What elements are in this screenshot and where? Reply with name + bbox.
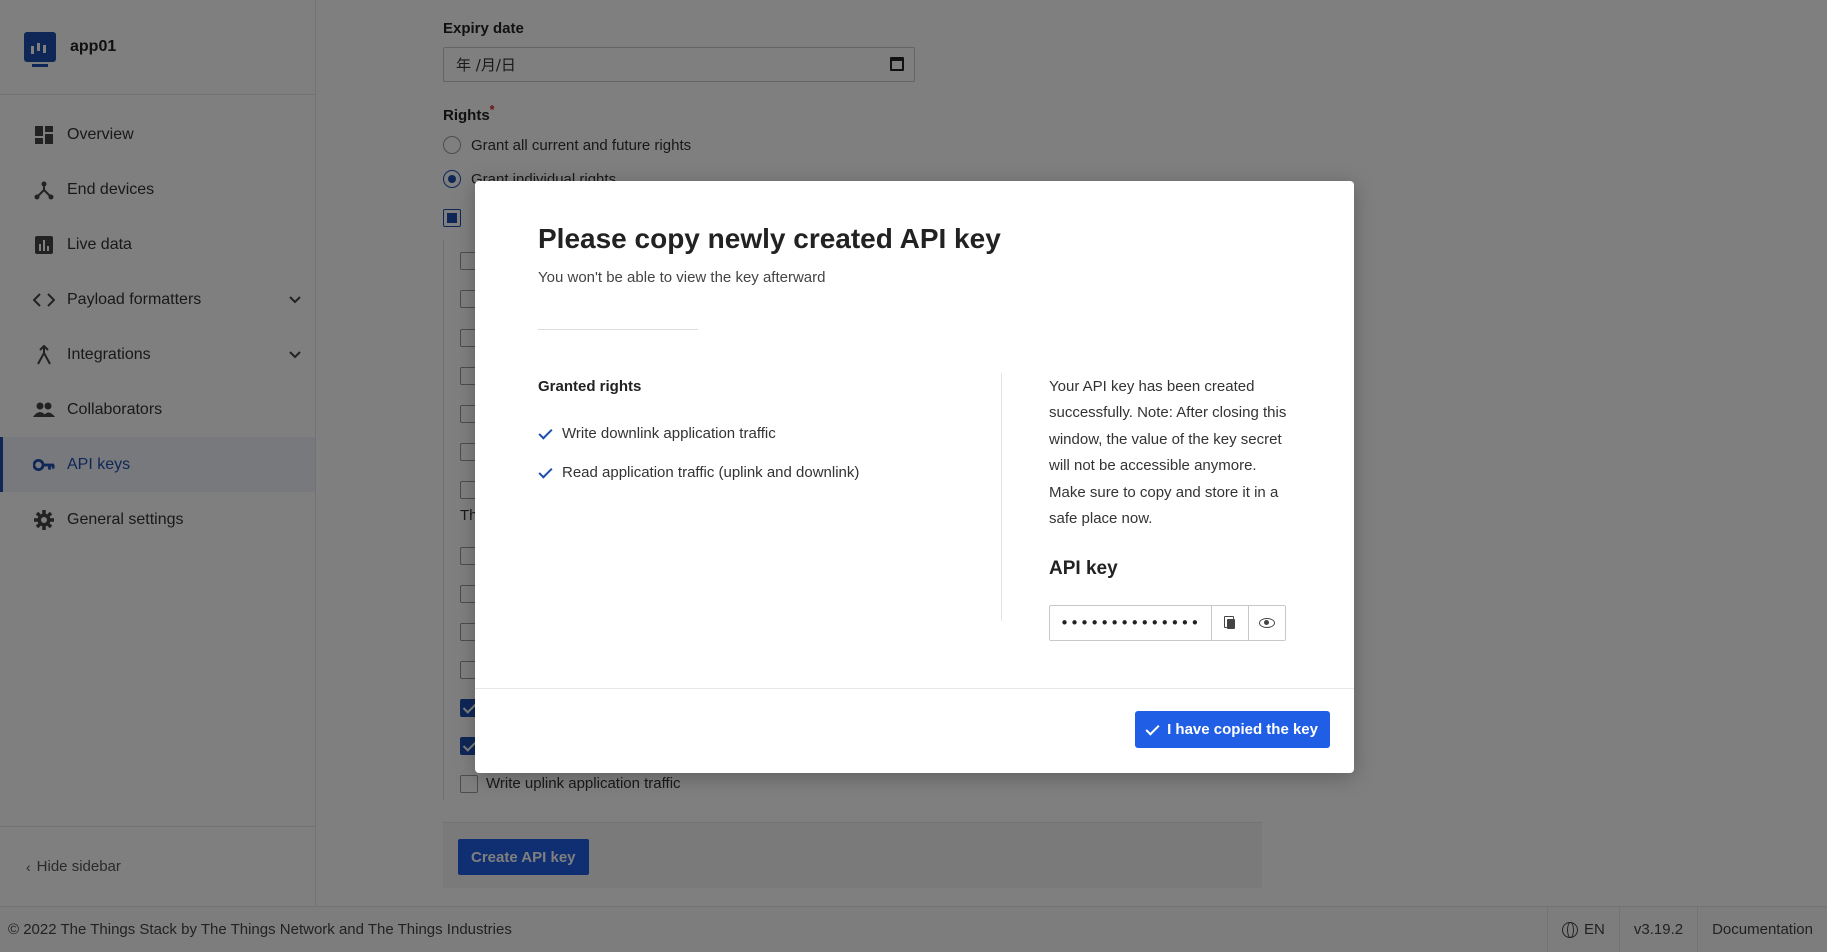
api-key-input[interactable] (1050, 606, 1211, 640)
confirm-copied-button[interactable]: I have copied the key (1135, 711, 1330, 748)
modal-subtitle: You won't be able to view the key afterw… (538, 269, 826, 286)
list-item: Write downlink application traffic (538, 414, 859, 453)
api-key-note: Your API key has been created successful… (1049, 378, 1287, 528)
check-icon (538, 427, 552, 441)
api-key-title: API key (1049, 558, 1118, 579)
check-icon (1145, 723, 1159, 737)
confirm-label: I have copied the key (1167, 721, 1318, 738)
check-icon (538, 466, 552, 480)
list-item: Read application traffic (uplink and dow… (538, 453, 859, 492)
copy-icon (1224, 616, 1236, 630)
granted-rights-title: Granted rights (538, 378, 642, 395)
eye-icon (1259, 618, 1275, 628)
granted-right-label: Read application traffic (uplink and dow… (562, 464, 860, 481)
api-key-modal: Please copy newly created API key You wo… (475, 181, 1354, 773)
granted-right-label: Write downlink application traffic (562, 425, 776, 442)
toggle-visibility-button[interactable] (1248, 606, 1285, 640)
modal-title: Please copy newly created API key (538, 223, 1001, 254)
granted-rights-list: Write downlink application traffic Read … (538, 414, 859, 492)
modal-footer: I have copied the key (475, 688, 1354, 773)
vertical-divider (1001, 373, 1002, 621)
copy-key-button[interactable] (1211, 606, 1248, 640)
api-key-field (1049, 605, 1286, 641)
divider (538, 329, 698, 330)
